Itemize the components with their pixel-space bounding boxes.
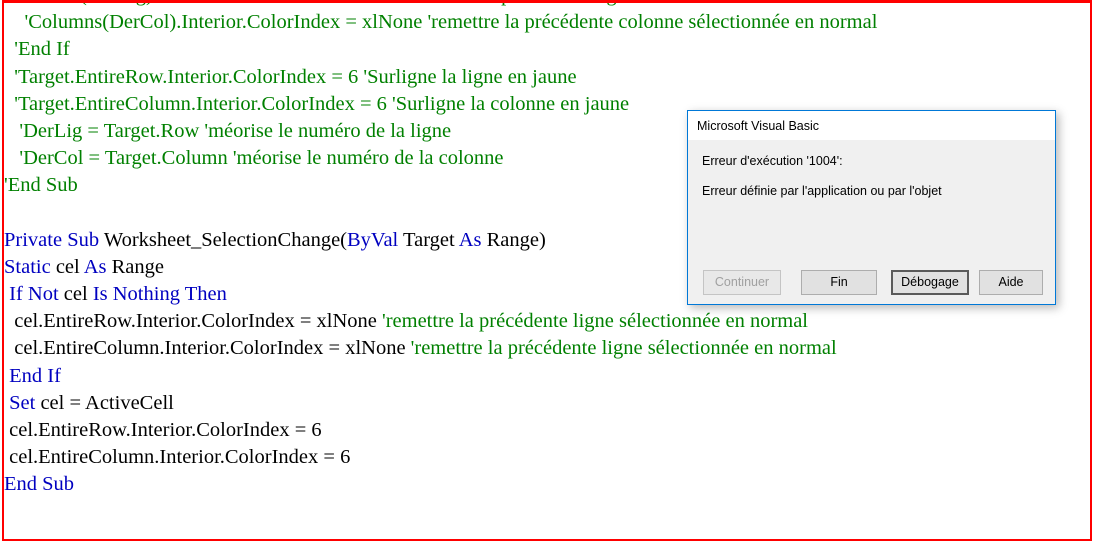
code-token-idn: cel: [63, 283, 93, 306]
code-token-idn: Range: [111, 255, 164, 278]
code-token-kw: If Not: [4, 283, 64, 306]
code-token-kw: ByVal: [347, 228, 404, 251]
code-token-kw: End Sub: [4, 473, 75, 496]
code-token-cmt: 'Target.EntireRow.Interior.ColorIndex = …: [4, 65, 577, 88]
code-token-idn: Worksheet_SelectionChange(: [103, 228, 347, 251]
code-token-kw: As: [458, 228, 487, 251]
code-token-idn: Target: [403, 228, 459, 251]
code-token-cmt: 'Columns(DerCol).Interior.ColorIndex = x…: [4, 11, 878, 34]
dialog-title: Microsoft Visual Basic: [697, 119, 820, 133]
screenshot-root: 'Rows(DerLig).Interior.ColorIndex = xlNo…: [0, 0, 1094, 543]
code-token-idn: cel.EntireRow.Interior.ColorIndex = xlNo…: [4, 310, 382, 333]
code-line: Set cel = ActiveCell: [4, 390, 1090, 417]
code-token-kw: End If: [4, 364, 61, 387]
code-token-cmt: 'DerLig = Target.Row 'méorise le numéro …: [4, 119, 452, 142]
error-description-text: Erreur définie par l'application ou par …: [702, 184, 942, 198]
code-line: 'End If: [4, 36, 1090, 63]
debug-button[interactable]: Débogage: [891, 270, 969, 295]
code-token-kw: Static: [4, 255, 56, 278]
code-token-cmt: 'remettre la précédente ligne sélectionn…: [410, 337, 837, 360]
continue-button[interactable]: Continuer: [703, 270, 781, 295]
dialog-title-bar: Microsoft Visual Basic: [688, 111, 1055, 140]
code-token-cmt: 'remettre la précédente ligne sélectionn…: [382, 310, 809, 333]
code-token-idn: cel.EntireColumn.Interior.ColorIndex = 6: [4, 446, 351, 469]
end-button[interactable]: Fin: [801, 270, 877, 295]
code-line: cel.EntireColumn.Interior.ColorIndex = 6: [4, 444, 1090, 471]
code-token-idn: cel.EntireRow.Interior.ColorIndex = 6: [4, 419, 322, 441]
code-token-idn: Range): [486, 228, 546, 251]
dialog-button-row: Continuer Fin Débogage Aide: [688, 270, 1055, 295]
code-token-kw: As: [83, 255, 112, 278]
code-token-cmt: 'Target.EntireColumn.Interior.ColorIndex…: [4, 92, 630, 115]
code-token-cmt: 'End Sub: [4, 174, 78, 197]
help-button[interactable]: Aide: [979, 270, 1043, 295]
code-token-cmt: 'End If: [4, 38, 70, 61]
visual-basic-error-dialog: Microsoft Visual Basic Erreur d'exécutio…: [687, 110, 1056, 305]
code-token-idn: cel = ActiveCell: [40, 391, 174, 414]
code-line: End If: [4, 363, 1090, 390]
code-token-cmt: 'Rows(DerLig).Interior.ColorIndex = xlNo…: [4, 3, 831, 6]
code-line: cel.EntireRow.Interior.ColorIndex = xlNo…: [4, 308, 1090, 335]
code-token-idn: cel.EntireColumn.Interior.ColorIndex = x…: [4, 337, 411, 360]
code-token-cmt: 'DerCol = Target.Column 'méorise le numé…: [4, 147, 504, 170]
code-token-kw: Set: [4, 391, 41, 414]
code-line: 'Columns(DerCol).Interior.ColorIndex = x…: [4, 9, 1090, 36]
dialog-body: Erreur d'exécution '1004': Erreur défini…: [688, 140, 1055, 304]
error-code-text: Erreur d'exécution '1004':: [702, 154, 843, 168]
code-line: cel.EntireColumn.Interior.ColorIndex = x…: [4, 335, 1090, 362]
code-line: End Sub: [4, 471, 1090, 498]
code-line: 'Rows(DerLig).Interior.ColorIndex = xlNo…: [4, 3, 1090, 9]
code-line: cel.EntireRow.Interior.ColorIndex = 6: [4, 417, 1090, 444]
code-token-kw: Is Nothing Then: [92, 283, 227, 306]
code-token-kw: Private Sub: [4, 228, 104, 251]
code-line: 'Target.EntireRow.Interior.ColorIndex = …: [4, 64, 1090, 91]
dialog-message-area: Erreur d'exécution '1004': Erreur défini…: [688, 140, 1055, 199]
code-token-idn: cel: [55, 255, 84, 278]
